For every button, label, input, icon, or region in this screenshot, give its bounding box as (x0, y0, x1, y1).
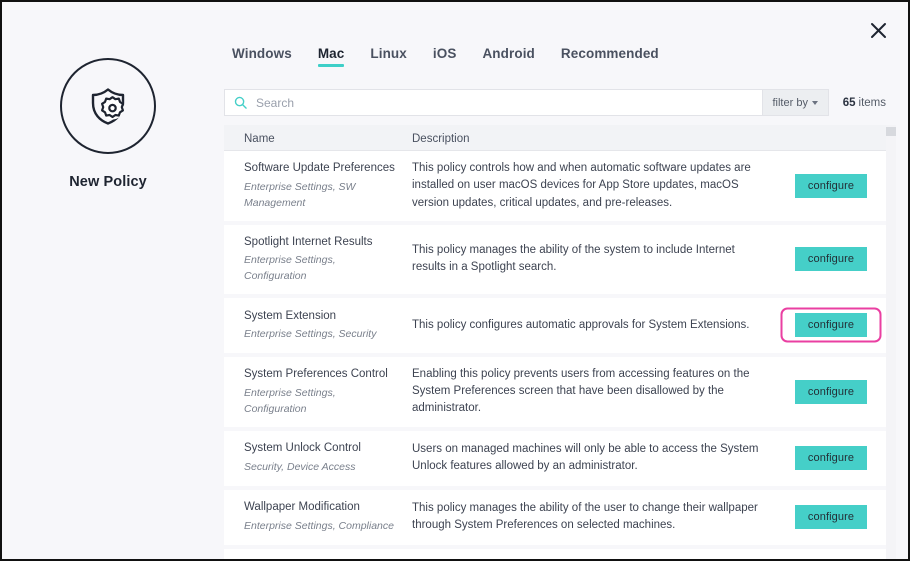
policy-description: Users on managed machines will only be a… (412, 442, 759, 473)
table-row: System Unlock Control Security, Device A… (224, 430, 886, 486)
policy-table: Name Description Software Update Prefere… (224, 125, 896, 559)
shield-gear-icon (60, 58, 156, 154)
configure-button[interactable]: configure (795, 247, 867, 272)
search-icon (234, 96, 247, 109)
new-policy-dialog: New Policy Windows Mac Linux iOS Android… (0, 0, 910, 561)
platform-tabs: Windows Mac Linux iOS Android Recommende… (224, 46, 886, 67)
policy-catalog-panel: Windows Mac Linux iOS Android Recommende… (214, 2, 908, 559)
policy-name: Software Update Preferences (244, 162, 395, 175)
configure-button[interactable]: configure (795, 446, 867, 471)
configure-button[interactable]: configure (795, 505, 867, 530)
configure-button[interactable]: configure (795, 313, 867, 338)
tab-recommended[interactable]: Recommended (561, 46, 659, 67)
policy-category: Enterprise Settings, SW Management (244, 180, 356, 209)
configure-button[interactable]: configure (795, 379, 867, 404)
search-input[interactable] (254, 89, 753, 116)
items-count: 65 items (829, 89, 886, 116)
table-scrollbar[interactable] (886, 125, 896, 559)
items-count-unit: items (858, 96, 886, 109)
policy-name: System Unlock Control (244, 442, 361, 455)
filter-by-dropdown[interactable]: filter by (762, 89, 829, 116)
policy-name: System Extension (244, 309, 337, 322)
items-count-number: 65 (842, 96, 856, 109)
table-row: Spotlight Internet Results Enterprise Se… (224, 224, 886, 294)
tab-linux[interactable]: Linux (370, 46, 407, 67)
search-box[interactable] (224, 89, 763, 116)
table-row: Software Update Preferences Enterprise S… (224, 151, 886, 221)
table-row: System Preferences Control Enterprise Se… (224, 356, 886, 427)
policy-name: System Preferences Control (244, 368, 388, 381)
table-header-row: Name Description (224, 125, 886, 151)
tab-windows[interactable]: Windows (232, 46, 292, 67)
policy-description: This policy manages the ability of the u… (412, 501, 758, 532)
policy-category: Enterprise Settings, Configuration (244, 254, 336, 283)
policy-category: Enterprise Settings, Compliance (244, 520, 394, 533)
table-body: Software Update Preferences Enterprise S… (224, 151, 886, 559)
chevron-down-icon (811, 100, 818, 105)
policy-category: Enterprise Settings, Configuration (244, 386, 336, 415)
policy-description: This policy manages the ability of the s… (412, 244, 735, 274)
tab-ios[interactable]: iOS (433, 46, 457, 67)
configure-button[interactable]: configure (795, 173, 867, 198)
policy-name: Spotlight Internet Results (244, 235, 373, 248)
search-toolbar: filter by 65 items (224, 89, 886, 116)
table-scrollbar-thumb[interactable] (886, 127, 896, 136)
table-row: System Extension Enterprise Settings, Se… (224, 297, 886, 353)
page-title: New Policy (69, 174, 147, 190)
policy-description: This policy controls how and when automa… (412, 162, 751, 209)
column-header-description: Description (412, 132, 470, 145)
policy-category: Security, Device Access (244, 461, 356, 474)
policy-category: Enterprise Settings, Security (244, 328, 377, 341)
column-header-name: Name (244, 132, 275, 145)
tab-mac[interactable]: Mac (317, 46, 345, 67)
new-policy-panel: New Policy (2, 2, 214, 559)
tab-android[interactable]: Android (482, 46, 534, 67)
filter-by-label: filter by (772, 96, 808, 109)
policy-name: Wallpaper Modification (244, 501, 360, 514)
table-row: Wallpaper Modification Enterprise Settin… (224, 489, 886, 545)
table-row: WiFi Configuration Enterprise Settings, … (224, 548, 886, 559)
policy-description: This policy configures automatic approva… (412, 318, 750, 331)
policy-description: Enabling this policy prevents users from… (412, 367, 750, 415)
